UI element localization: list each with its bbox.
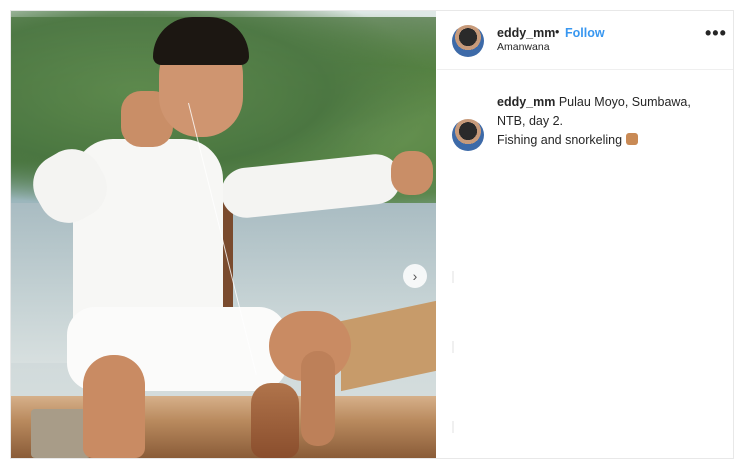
post-header: eddy_mm • Follow Amanwana •••	[437, 11, 733, 70]
caption-text: eddy_mm Pulau Moyo, Sumbawa, NTB, day 2.…	[497, 93, 717, 150]
avatar[interactable]	[452, 25, 484, 57]
thumbs-up-icon	[626, 133, 639, 145]
post-sidebar: eddy_mm • Follow Amanwana ••• eddy_mm Pu…	[437, 11, 733, 458]
separator-dot: •	[555, 25, 560, 39]
scroll-tick	[452, 271, 454, 283]
photo-boy-right-shin	[301, 351, 335, 446]
scroll-tick	[452, 421, 454, 433]
post-photo[interactable]: ›	[11, 11, 436, 458]
post-location[interactable]: Amanwana	[497, 41, 550, 53]
caption-username[interactable]: eddy_mm	[497, 95, 555, 109]
photo-boy-left-leg	[83, 355, 145, 458]
scroll-tick	[452, 341, 454, 353]
chevron-right-icon: ›	[412, 268, 418, 284]
next-photo-button[interactable]: ›	[403, 264, 427, 288]
post-username[interactable]: eddy_mm	[497, 26, 555, 40]
more-options-icon[interactable]: •••	[705, 23, 727, 44]
caption-avatar[interactable]	[452, 119, 484, 151]
caption-line-2: Fishing and snorkeling	[497, 133, 623, 147]
follow-button[interactable]: Follow	[565, 26, 605, 40]
instagram-post: › eddy_mm • Follow Amanwana ••• eddy_mm …	[10, 10, 734, 459]
photo-fish	[251, 383, 299, 458]
photo-rope	[31, 409, 91, 458]
photo-boy-right-hand	[391, 151, 433, 195]
